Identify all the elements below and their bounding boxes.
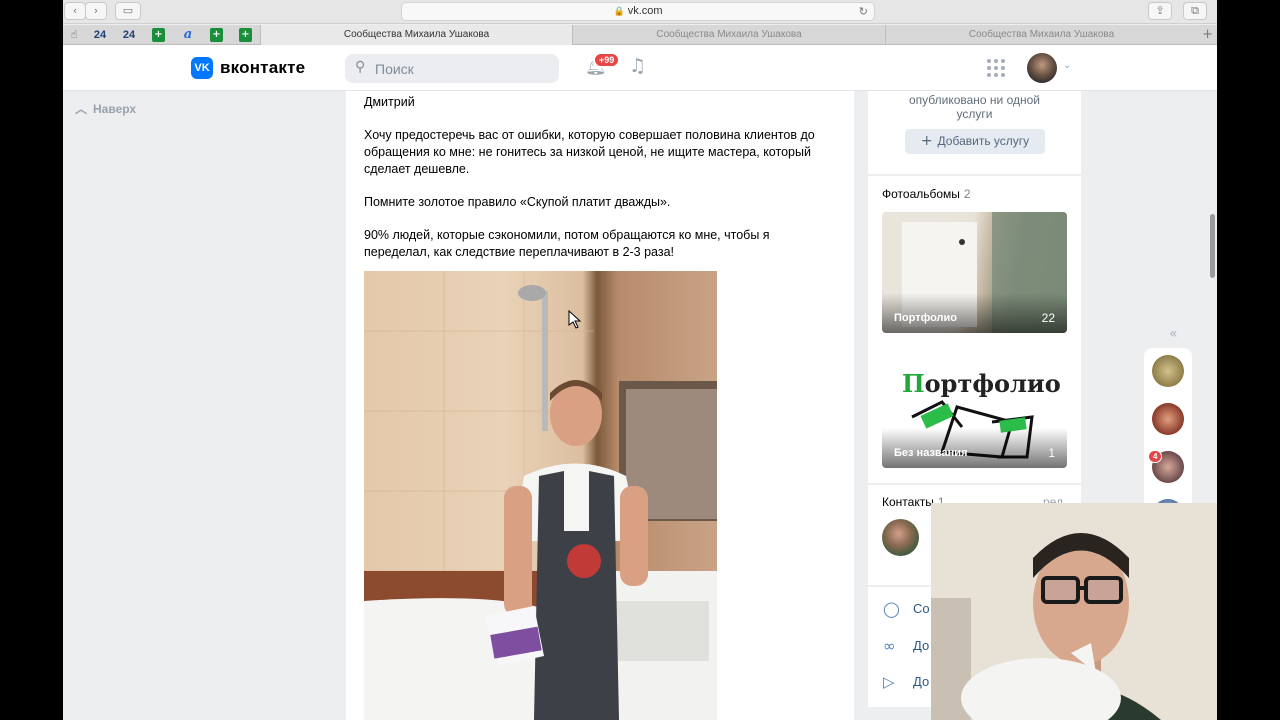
contact-avatar[interactable] [882,519,919,556]
services-empty-text: услуги [956,107,993,121]
album-portfolio[interactable]: Портфолио 22 [882,212,1067,333]
browser-toolbar: ‹ › ▭ 🔒 vk.com ↻ ⇪ ⧉ [63,0,1217,24]
sidebar-toggle-button[interactable]: ▭ [115,2,141,20]
links-item-1[interactable]: Со [913,601,930,616]
search-icon: ⚲ [355,59,366,75]
chevron-down-icon[interactable]: ⌄ [1063,60,1071,71]
share-icon: ⇪ [1155,4,1165,17]
plus-icon: + [920,133,933,149]
wall-post: Дмитрий Хочу предостеречь вас от ошибки,… [346,91,854,720]
play-icon: ▷ [883,673,895,691]
albums-title-text: Фотоальбомы [882,187,960,201]
address-bar[interactable]: 🔒 vk.com ↻ [401,2,875,21]
new-tab-icon[interactable]: + [1202,25,1213,45]
webcam-person-illustration [931,503,1217,720]
tab-3[interactable]: Сообщества Михаила Ушакова [885,25,1197,45]
favorite-green-plus-icon[interactable]: + [239,28,252,42]
vk-logo-icon[interactable]: VK [191,57,213,79]
tab-2[interactable]: Сообщества Михаила Ушакова [572,25,885,45]
forward-button[interactable]: › [85,2,107,20]
search-input[interactable] [375,59,545,78]
chat-bubble-icon: ◯ [883,600,900,618]
albums-count: 2 [963,187,971,201]
add-service-label: Добавить услугу [937,134,1030,148]
notifications-badge: +99 [593,52,621,68]
album-label: Без названия [894,447,968,459]
chevron-left-icon: ‹ [72,4,78,17]
link-icon: ∞ [883,637,896,655]
contacts-title-text: Контакты [882,495,934,509]
reload-icon[interactable]: ↻ [859,3,868,20]
favorite-24-first[interactable]: 24 [91,28,109,42]
album-untitled[interactable]: Портфолио Без названия 1 [882,347,1067,468]
albums-title[interactable]: Фотоальбомы 2 [882,187,971,201]
tabs-icon: ⧉ [1191,4,1199,17]
vk-logo-text[interactable]: вконтакте [220,58,305,78]
scroll-up-link[interactable]: ︿ Наверх [75,100,136,117]
chevron-right-icon: › [93,4,99,17]
vk-header: VK вконтакте ⚲ 🔔︎ +99 ♫ ⌄ [63,45,1217,91]
back-button[interactable]: ‹ [64,2,86,20]
tab-bar: ☝ 24 24 + a + + Сообщества Михаила Ушако… [63,25,1217,45]
post-paragraph: Помните золотое правило «Скупой платит д… [364,195,671,209]
scroll-up-label: Наверх [93,102,137,116]
album-label: Портфолио [894,312,957,324]
music-note-icon[interactable]: ♫ [629,55,646,77]
post-photo-illustration [364,271,717,720]
tab-1[interactable]: Сообщества Михаила Ушакова [260,25,572,45]
favorite-24-second[interactable]: 24 [120,28,138,42]
chat-avatar[interactable] [1152,355,1184,387]
post-paragraph: Хочу предостеречь вас от ошибки, которую… [364,128,815,176]
favorite-a-icon[interactable]: a [182,28,194,42]
post-text: Дмитрий Хочу предостеречь вас от ошибки,… [364,94,834,277]
tabs-overview-button[interactable]: ⧉ [1183,2,1207,20]
favorite-green-plus-icon[interactable]: + [210,28,223,42]
links-item-3[interactable]: До [913,674,929,689]
post-paragraph: 90% людей, которые сэкономили, потом обр… [364,228,770,259]
lock-icon: 🔒 [613,7,625,17]
add-service-button[interactable]: + Добавить услугу [905,129,1045,154]
pin-icon[interactable]: ☝ [67,28,81,42]
chat-avatar[interactable] [1152,403,1184,435]
album-count: 1 [1048,446,1055,460]
services-empty-text: опубликовано ни одной [908,93,1041,107]
favorite-green-plus-icon[interactable]: + [152,28,165,42]
links-item-2[interactable]: До [913,638,929,653]
page-scrollbar[interactable] [1210,214,1215,278]
collapse-chats-icon[interactable]: « [1169,326,1178,342]
chevron-up-icon: ︿ [75,102,88,116]
share-button[interactable]: ⇪ [1148,2,1172,20]
sidebar-icon: ▭ [122,4,134,17]
apps-grid-icon[interactable] [987,59,1005,77]
post-author-line: Дмитрий [364,95,415,109]
webcam-overlay [931,503,1217,720]
post-photo[interactable] [364,271,717,720]
user-avatar[interactable] [1027,53,1057,83]
album-count: 22 [1041,311,1055,325]
url-text: vk.com [627,5,663,17]
search-box[interactable]: ⚲ [345,54,559,83]
